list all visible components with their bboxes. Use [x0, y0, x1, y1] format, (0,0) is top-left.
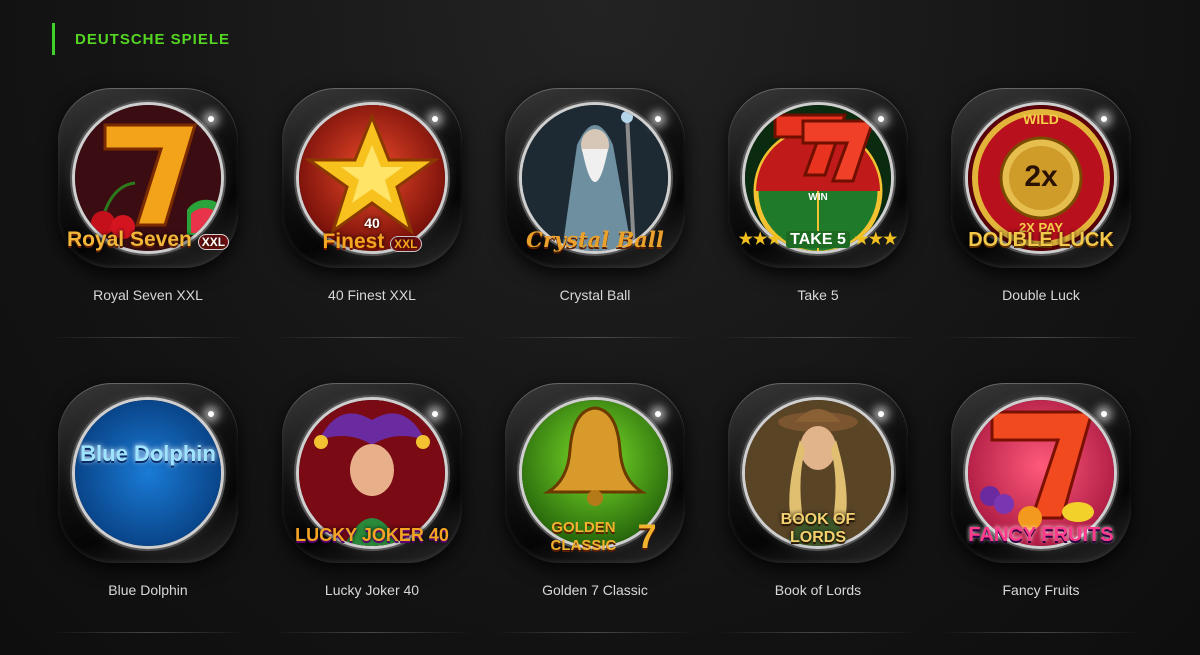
- game-thumbnail[interactable]: WIN ★★★ TAKE 5 ★★★: [728, 88, 908, 268]
- joker-icon: [299, 400, 445, 546]
- game-tile-crystal-ball[interactable]: Crystal Ball Crystal Ball: [483, 88, 707, 338]
- seven-icon: [75, 105, 221, 251]
- adventurer-icon: [745, 400, 891, 546]
- game-thumbnail[interactable]: FANCY FRUITS: [951, 383, 1131, 563]
- game-title[interactable]: Fancy Fruits: [929, 582, 1153, 598]
- wheel-win-label: WIN: [770, 192, 866, 203]
- divider: [718, 337, 918, 338]
- divider: [495, 632, 695, 633]
- wild-text: WILD: [1023, 111, 1059, 127]
- game-tile-book-of-lords[interactable]: BOOK OF LORDS Book of Lords: [706, 383, 930, 633]
- game-title[interactable]: Crystal Ball: [483, 287, 707, 303]
- game-thumbnail[interactable]: GOLDEN CLASSIC 7: [505, 383, 685, 563]
- divider: [718, 632, 918, 633]
- game-title[interactable]: Royal Seven XXL: [36, 287, 260, 303]
- star-icon: [299, 105, 445, 251]
- game-thumbnail[interactable]: LUCKY JOKER 40: [282, 383, 462, 563]
- game-thumbnail[interactable]: Blue Dolphin: [58, 383, 238, 563]
- game-tile-lucky-joker-40[interactable]: LUCKY JOKER 40 Lucky Joker 40: [260, 383, 484, 633]
- divider: [495, 337, 695, 338]
- wizard-icon: [522, 105, 668, 251]
- multiplier-text: 2x: [1024, 160, 1058, 193]
- game-tile-royal-seven-xxl[interactable]: Royal Seven XXL Royal Seven XXL: [36, 88, 260, 338]
- pay-text: 2X PAY: [1018, 220, 1064, 235]
- game-grid: Royal Seven XXL Royal Seven XXL 40 Fines…: [0, 0, 1200, 655]
- game-thumbnail[interactable]: Royal Seven XXL: [58, 88, 238, 268]
- bell-icon: [522, 400, 668, 546]
- game-thumbnail[interactable]: BOOK OF LORDS: [728, 383, 908, 563]
- divider: [272, 337, 472, 338]
- game-title[interactable]: Golden 7 Classic: [483, 582, 707, 598]
- game-thumbnail[interactable]: Crystal Ball: [505, 88, 685, 268]
- game-title[interactable]: Double Luck: [929, 287, 1153, 303]
- game-tile-40-finest-xxl[interactable]: 40 Finest XXL 40 Finest XXL: [260, 88, 484, 338]
- game-thumbnail[interactable]: 40 Finest XXL: [282, 88, 462, 268]
- game-title[interactable]: Blue Dolphin: [36, 582, 260, 598]
- divider: [48, 632, 248, 633]
- water-icon: [75, 400, 221, 546]
- fruit-icon: [968, 400, 1114, 546]
- game-title[interactable]: Book of Lords: [706, 582, 930, 598]
- game-thumbnail[interactable]: WILD 2x 2X PAY DOUBLE LUCK: [951, 88, 1131, 268]
- game-tile-blue-dolphin[interactable]: Blue Dolphin Blue Dolphin: [36, 383, 260, 633]
- game-tile-golden-7-classic[interactable]: GOLDEN CLASSIC 7 Golden 7 Classic: [483, 383, 707, 633]
- logo-text: Blue Dolphin: [80, 441, 216, 466]
- game-tile-fancy-fruits[interactable]: FANCY FRUITS Fancy Fruits: [929, 383, 1153, 633]
- wheel-text: WIN: [808, 192, 828, 203]
- game-title[interactable]: Take 5: [706, 287, 930, 303]
- wheel-icon: [745, 105, 891, 251]
- game-tile-take-5[interactable]: WIN ★★★ TAKE 5 ★★★ Take 5: [706, 88, 930, 338]
- divider: [272, 632, 472, 633]
- game-title[interactable]: Lucky Joker 40: [260, 582, 484, 598]
- divider: [941, 337, 1141, 338]
- game-title[interactable]: 40 Finest XXL: [260, 287, 484, 303]
- game-tile-double-luck[interactable]: WILD 2x 2X PAY DOUBLE LUCK Double Luck: [929, 88, 1153, 338]
- divider: [941, 632, 1141, 633]
- divider: [48, 337, 248, 338]
